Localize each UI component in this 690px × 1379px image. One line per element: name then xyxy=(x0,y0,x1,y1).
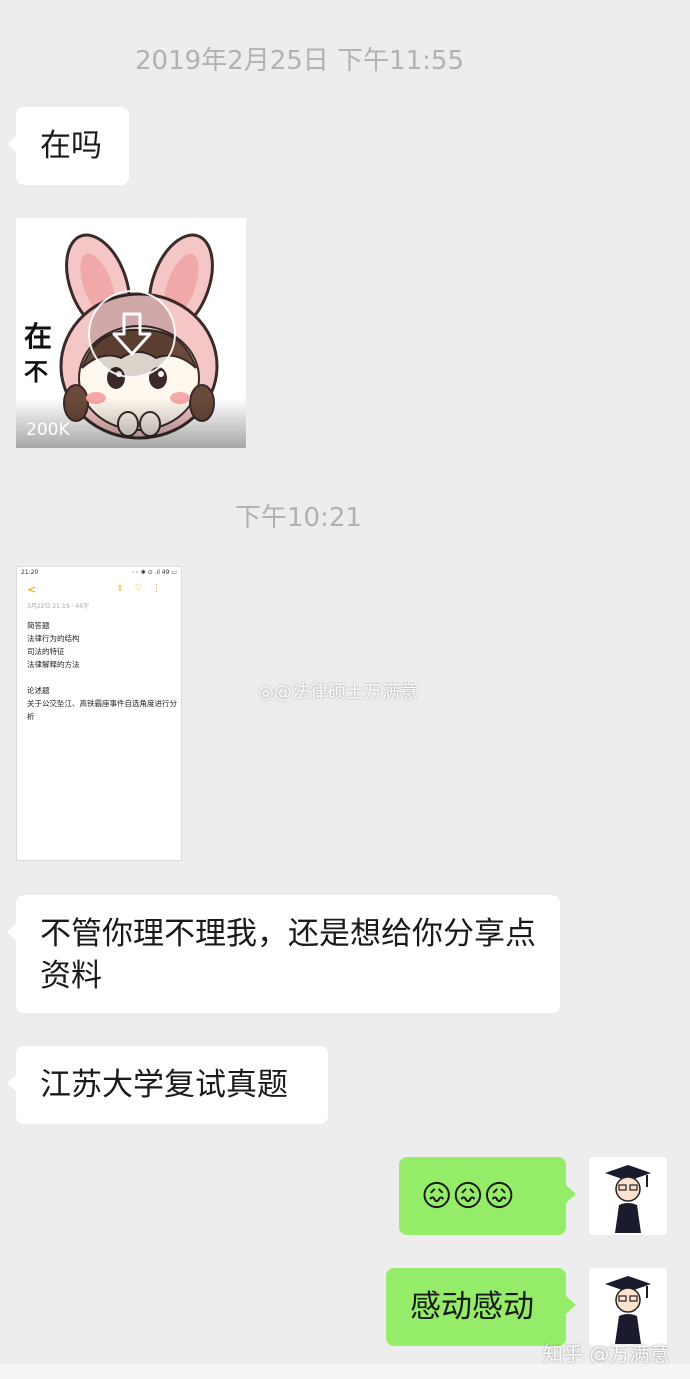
download-button[interactable] xyxy=(88,290,176,378)
message-bubble-incoming[interactable]: 在吗 xyxy=(7,107,129,185)
download-arrow-icon xyxy=(112,312,152,356)
weibo-icon: ◎ xyxy=(258,682,274,703)
sticker-text-top: 在 xyxy=(24,320,52,353)
message-text: 江苏大学复试真题 xyxy=(40,1067,288,1103)
thumb-status-icons: ◦◦ ✱ ⊙ .ıl 49 ▭ xyxy=(131,569,177,576)
message-text: 不管你理不理我，还是想给你分享点资料 xyxy=(40,916,536,994)
timestamp: 2019年2月25日 下午11:55 xyxy=(135,46,464,76)
message-text: 在吗 xyxy=(40,128,102,164)
avatar[interactable] xyxy=(589,1157,667,1235)
timestamp: 下午10:21 xyxy=(235,503,362,533)
sticker-text-bottom: 不 xyxy=(24,358,48,386)
thumb-note-line: 简答题 xyxy=(27,621,50,630)
file-size-label: 200K xyxy=(26,420,70,440)
image-message-screenshot[interactable]: 21:20 ◦◦ ✱ ⊙ .ıl 49 ▭ < ⇪♡⋮ 3月22日 21:19 … xyxy=(16,566,182,861)
thumb-note-meta: 3月22日 21:19 · 46字 xyxy=(27,603,90,610)
message-bubble-incoming[interactable]: 不管你理不理我，还是想给你分享点资料 xyxy=(7,895,560,1013)
thumb-note-lines: 简答题 法律行为的结构 司法的特征 法律解释的方法 论述题 关于公交坠江、高铁霸… xyxy=(27,619,177,723)
thumb-note-line: 法律行为的结构 xyxy=(27,634,80,643)
sticker-message[interactable]: 在 不 200K xyxy=(16,218,246,448)
message-bubble-outgoing[interactable]: 感动感动 xyxy=(386,1268,576,1346)
avatar[interactable] xyxy=(589,1268,667,1346)
weibo-watermark: ◎@法律硕士万满意 xyxy=(258,678,418,704)
thumb-note-line: 司法的特征 xyxy=(27,647,65,656)
thumb-back-icon: < xyxy=(27,583,37,596)
graduate-avatar-icon xyxy=(605,1276,651,1344)
thumb-toolbar-icons: ⇪♡⋮ xyxy=(116,584,171,594)
message-bubble-outgoing[interactable]: 😖😖😖 xyxy=(399,1157,576,1235)
graduate-avatar-icon xyxy=(605,1165,651,1233)
input-bar-edge xyxy=(0,1364,690,1379)
weibo-watermark-text: @法律硕士万满意 xyxy=(273,682,418,703)
thumb-note-line: 法律解释的方法 xyxy=(27,660,80,669)
message-emoji: 😖😖😖 xyxy=(421,1179,515,1214)
thumb-note-line xyxy=(27,671,177,684)
message-text: 感动感动 xyxy=(410,1289,534,1325)
message-bubble-incoming[interactable]: 江苏大学复试真题 xyxy=(7,1046,328,1124)
thumb-note-line: 关于公交坠江、高铁霸座事件自选角度进行分析 xyxy=(27,699,177,721)
thumb-status-time: 21:20 xyxy=(21,569,39,576)
thumb-note-line: 论述题 xyxy=(27,686,50,695)
zhihu-watermark: 知乎 @万满意 xyxy=(543,1342,670,1366)
